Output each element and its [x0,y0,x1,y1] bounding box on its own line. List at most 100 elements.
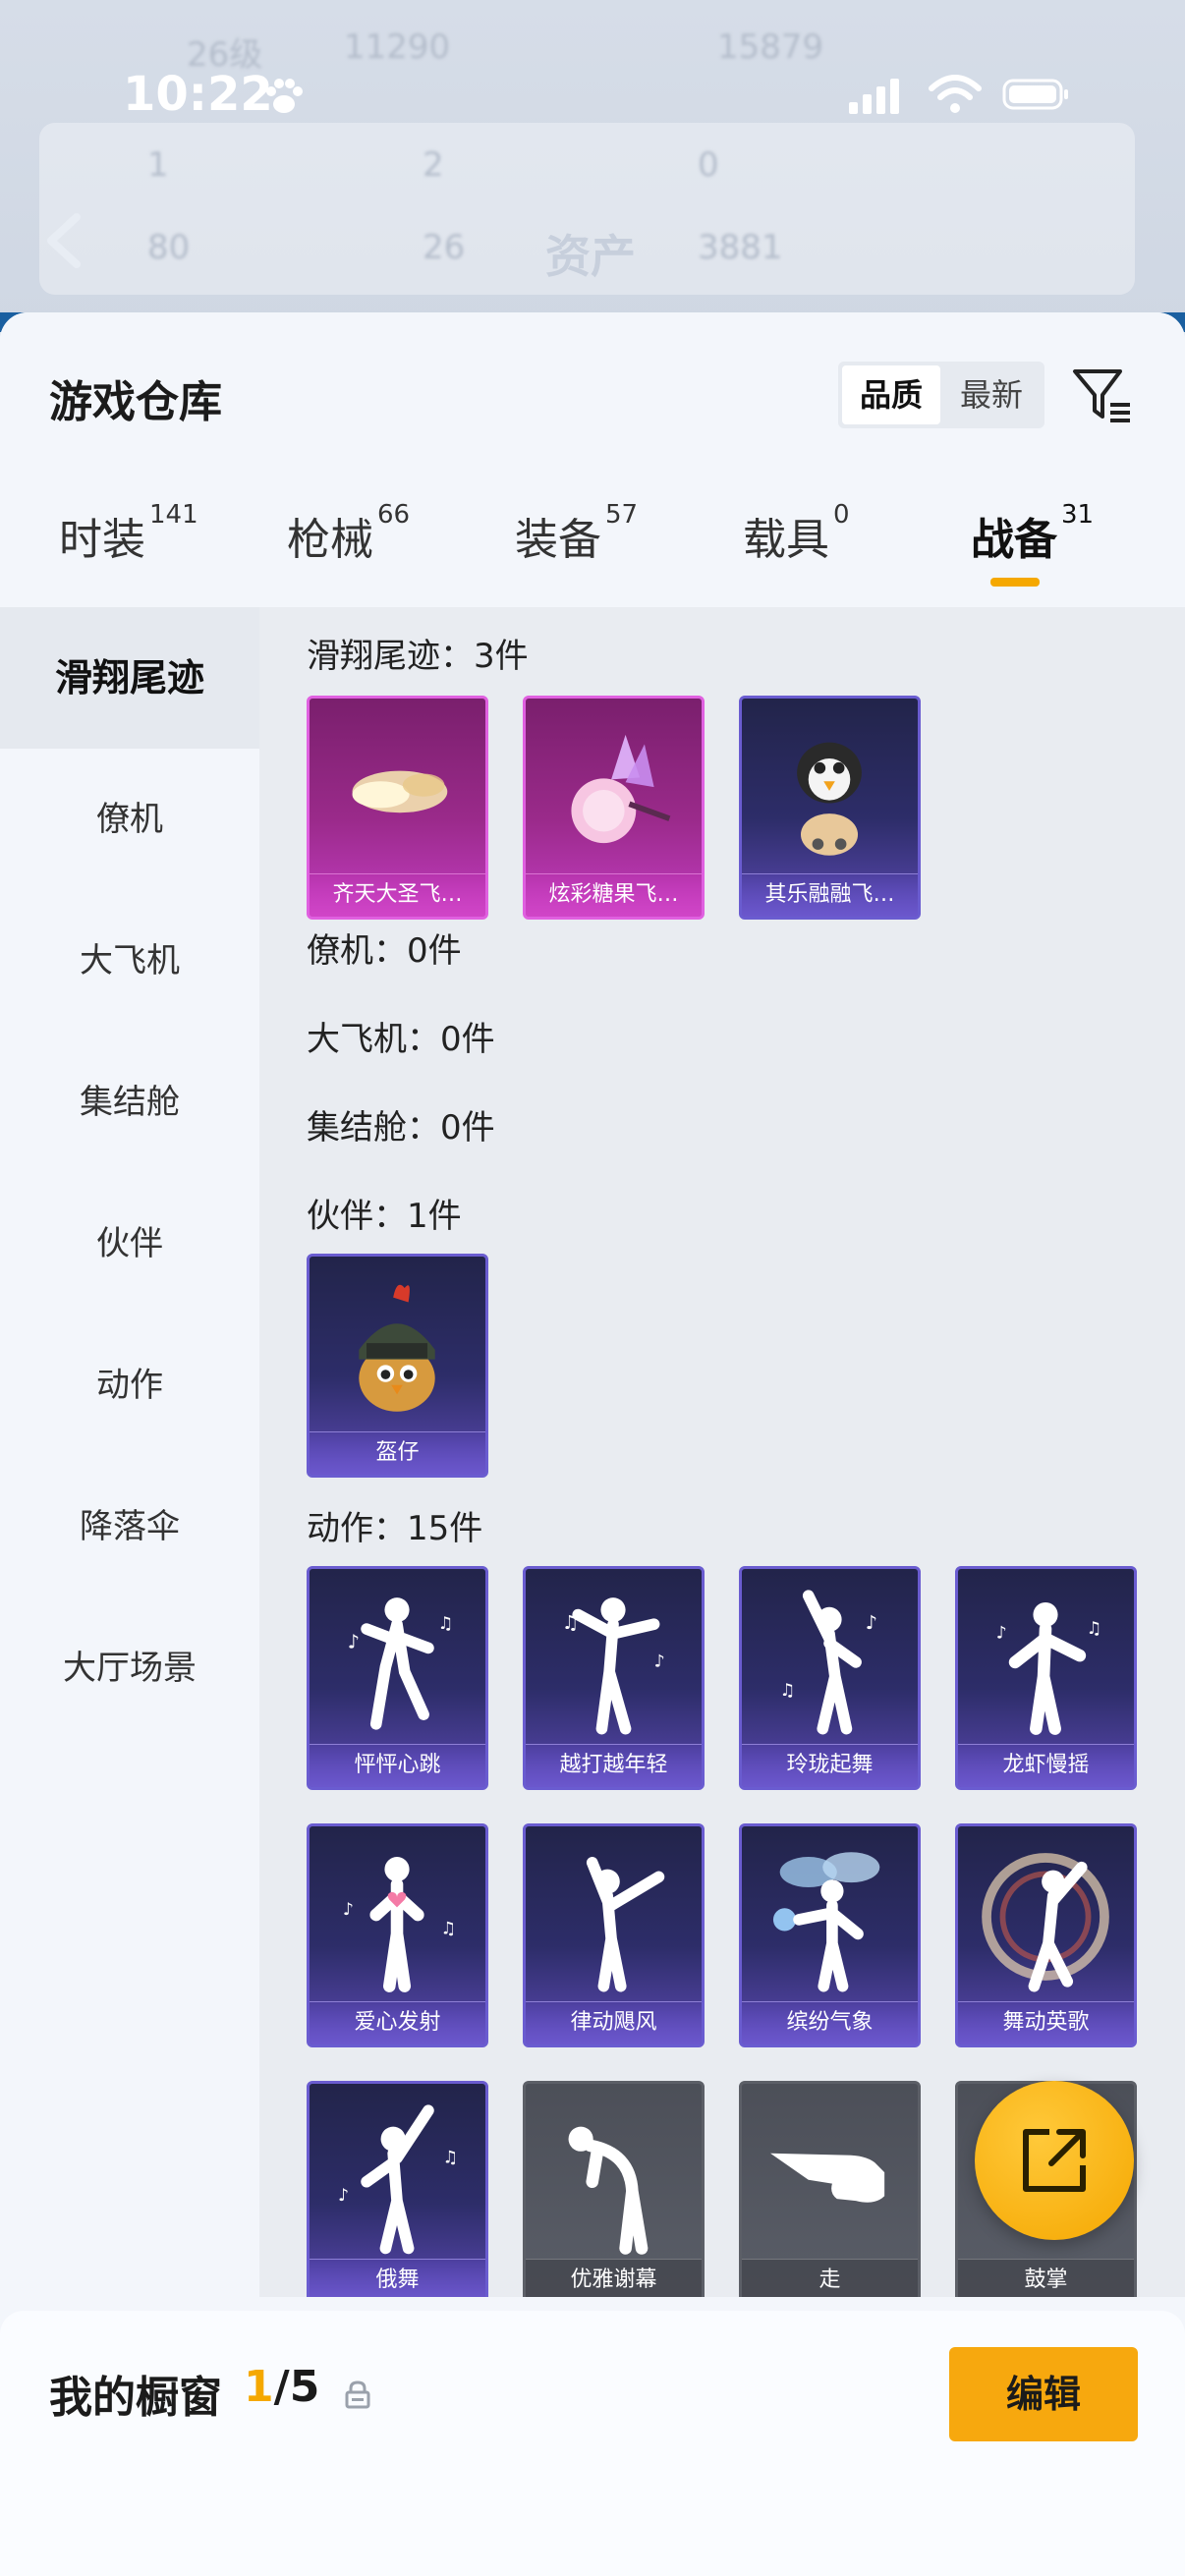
showcase-count: 1/5 [244,2362,319,2412]
svg-text:♪: ♪ [343,1900,354,1920]
ribbon-dancer-icon [982,1853,1109,1992]
background-header: 26级 11290 15879 1 2 0 80 26 资产 3881 [0,0,1185,324]
showcase-label: 我的橱窗 [49,2373,222,2423]
sidebar-item-lobby-scene[interactable]: 大厅场景 [0,1597,259,1739]
tab-battle-prep[interactable]: 战备 31 [971,500,1094,602]
tab-vehicles[interactable]: 载具 0 [743,500,850,602]
dancer-silhouette-icon [586,1857,665,1992]
item-name: 炫彩糖果飞… [526,873,702,917]
bg-stat-2: 2 [423,145,444,185]
tab-label: 载具 [743,515,829,565]
item-card[interactable]: 炫彩糖果飞… [523,696,705,920]
showcase-bar: 我的橱窗 1/5 编辑 [0,2311,1185,2576]
section-title-glide: 滑翔尾迹：3件 [307,637,529,676]
heart-dancer-icon: ♪♫ [343,1857,457,1992]
item-card[interactable]: ♪ ♫ 爱心发射 [307,1823,488,2047]
item-card[interactable]: ♪ ♫ 玲珑起舞 [739,1566,921,1790]
section-title-emote: 动作：15件 [307,1509,483,1548]
item-card[interactable]: 走 [739,2081,921,2297]
share-button[interactable] [975,2081,1134,2240]
dancer-silhouette-icon: ♪♫ [996,1601,1102,1735]
status-time: 10:22 [123,67,273,122]
section-title-capsule: 集结舱：0件 [307,1108,495,1148]
item-card[interactable]: ♪ ♫ 俄舞 [307,2081,488,2297]
weather-dancer-icon [772,1852,880,1992]
back-arrow-icon[interactable] [39,211,88,270]
svg-text:♪: ♪ [654,1652,665,1672]
item-card[interactable]: 其乐融融飞… [739,696,921,920]
item-card[interactable]: ♪ ♫ 怦怦心跳 [307,1566,488,1790]
sidebar-item-emote[interactable]: 动作 [0,1315,259,1456]
item-card[interactable]: 律动飓风 [523,1823,705,2047]
item-name: 越打越年轻 [526,1744,702,1787]
section-title-plane: 大飞机：0件 [307,1020,495,1059]
svg-text:♫: ♫ [562,1611,579,1634]
svg-text:♫: ♫ [441,1919,457,1938]
sort-quality-button[interactable]: 品质 [842,365,940,424]
penguin-icon [797,742,862,856]
item-card[interactable]: ♪ ♫ 龙虾慢摇 [955,1566,1137,1790]
sort-newest-button[interactable]: 最新 [942,365,1041,424]
item-name: 玲珑起舞 [742,1744,918,1787]
item-name: 龙虾慢摇 [958,1744,1134,1787]
pointing-hand-icon [770,2153,885,2203]
wifi-icon [929,75,982,113]
item-card[interactable]: 舞动英歌 [955,1823,1137,2047]
item-card[interactable]: 齐天大圣飞… [307,696,488,920]
item-name: 鼓掌 [958,2259,1134,2297]
tab-fashion[interactable]: 时装 141 [59,500,198,602]
bg-stat-3: 0 [698,145,719,185]
section-title-wingman: 僚机：0件 [307,931,462,971]
svg-text:♫: ♫ [1087,1619,1102,1639]
dancer-silhouette-icon: ♪♫ [348,1597,453,1730]
item-card[interactable]: 缤纷气象 [739,1823,921,2047]
filter-icon[interactable] [1069,362,1136,428]
sidebar-item-capsule[interactable]: 集结舱 [0,1032,259,1173]
svg-text:♪: ♪ [348,1630,360,1652]
sidebar-item-plane[interactable]: 大飞机 [0,890,259,1032]
dancer-silhouette-icon: ♪♫ [780,1590,877,1735]
dancer-silhouette-icon: ♪♫ [338,2104,458,2255]
tab-equipment[interactable]: 装备 57 [515,500,638,602]
candy-icon [571,734,671,844]
share-icon [1023,2129,1086,2192]
tab-label: 时装 [59,515,145,565]
item-card[interactable]: ♫ ♪ 越打越年轻 [523,1566,705,1790]
sidebar: 滑翔尾迹 僚机 大飞机 集结舱 伙伴 动作 降落伞 大厅场景 [0,607,259,2576]
tab-count: 66 [377,500,411,530]
battery-icon [1002,79,1068,110]
sidebar-item-parachute[interactable]: 降落伞 [0,1456,259,1597]
tab-label: 装备 [515,515,601,565]
item-name: 优雅谢幕 [526,2259,702,2297]
showcase-total: /5 [273,2362,320,2412]
bg-stat-6: 3881 [698,228,783,267]
item-card[interactable]: 盔仔 [307,1254,488,1478]
sidebar-item-partner[interactable]: 伙伴 [0,1173,259,1315]
tab-guns[interactable]: 枪械 66 [287,500,410,602]
warehouse-sheet: 游戏仓库 品质 最新 时装 141 枪械 66 装备 57 载具 0 战备 31… [0,312,1185,2576]
tab-label: 枪械 [287,515,373,565]
tab-count: 31 [1061,500,1095,530]
item-card[interactable]: 优雅谢幕 [523,2081,705,2297]
item-name: 俄舞 [310,2259,485,2297]
cloud-trail-icon [352,770,448,813]
section-title-partner: 伙伴：1件 [307,1197,462,1236]
svg-text:♪: ♪ [338,2186,349,2206]
sort-toggle: 品质 最新 [838,362,1044,428]
helmet-chick-icon [359,1284,435,1412]
tab-count: 57 [605,500,639,530]
bow-silhouette-icon [568,2126,649,2255]
bg-stat-5: 26 [423,228,466,267]
showcase-current: 1 [244,2362,274,2412]
sidebar-item-wingman[interactable]: 僚机 [0,749,259,890]
item-name: 盔仔 [310,1431,485,1475]
tab-count: 0 [833,500,850,530]
sidebar-item-glide-trail[interactable]: 滑翔尾迹 [0,607,259,749]
paw-icon [266,79,303,113]
item-grid: 滑翔尾迹：3件 齐天大圣飞… 炫彩糖果飞… 其乐融融飞… 僚机：0件 大飞机：0… [259,607,1185,2297]
page-title: 游戏仓库 [49,377,222,427]
item-name: 齐天大圣飞… [310,873,485,917]
tab-active-indicator [990,578,1040,587]
svg-text:♫: ♫ [442,2148,458,2167]
edit-button[interactable]: 编辑 [949,2347,1138,2441]
